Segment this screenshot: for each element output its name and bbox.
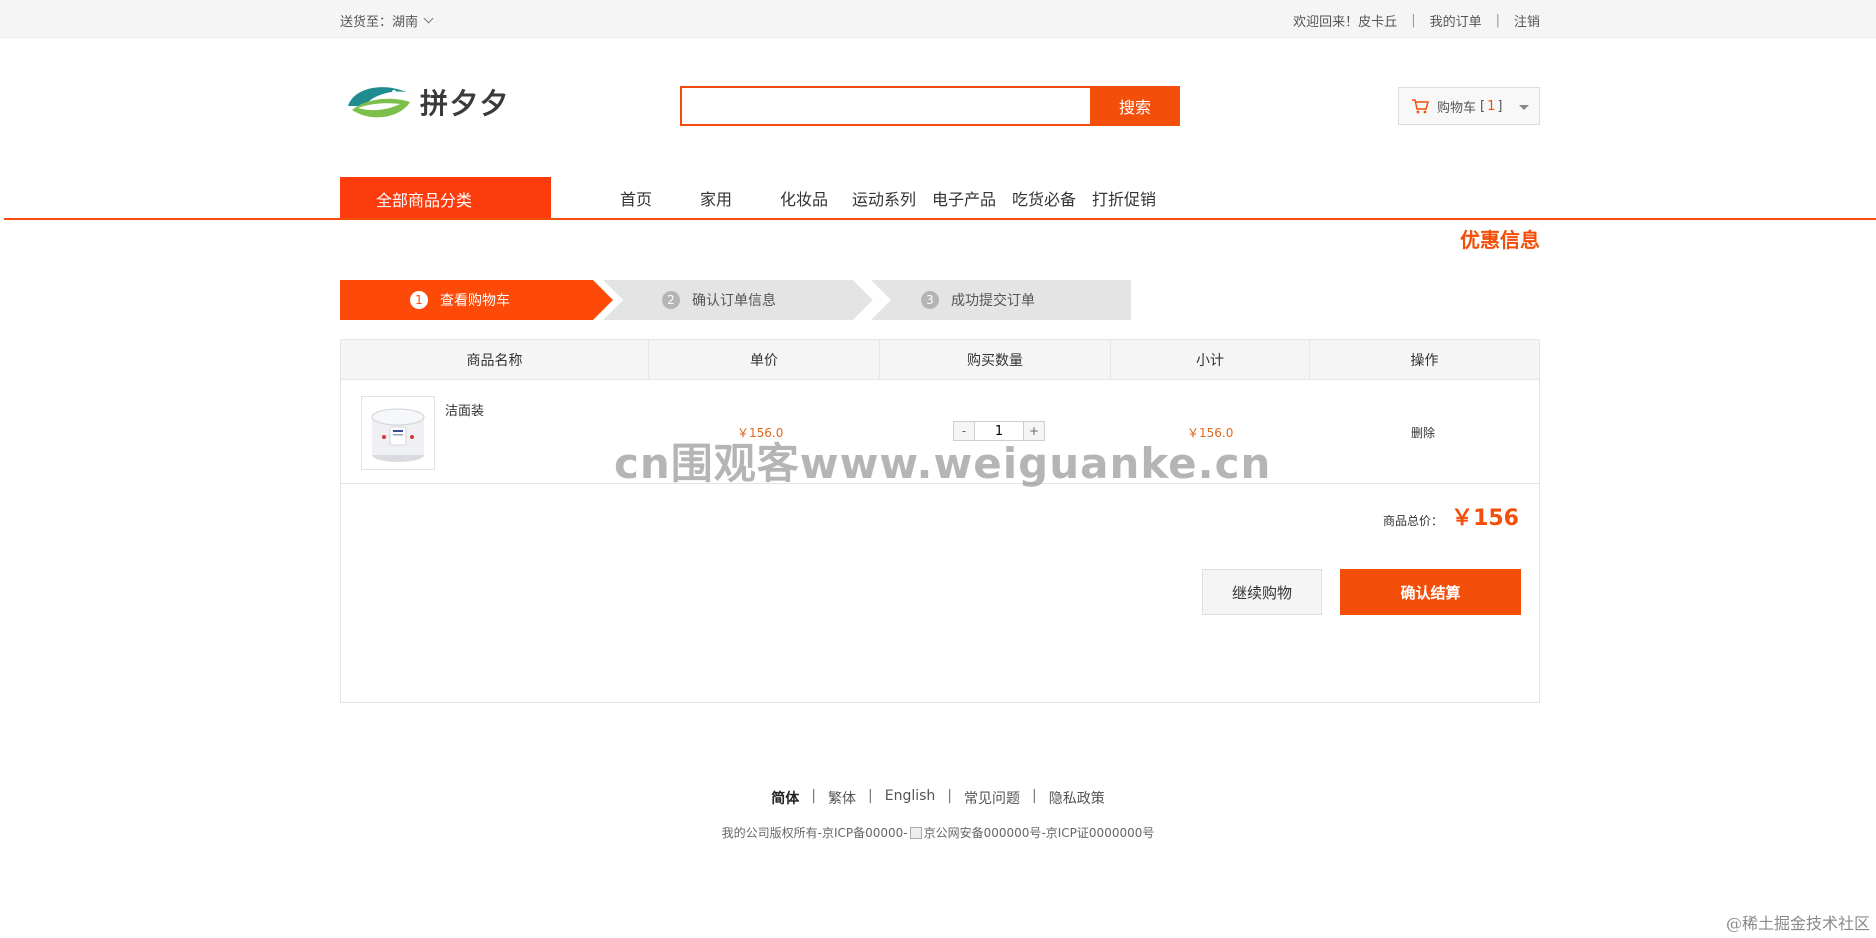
step-label: 确认订单信息 <box>692 293 776 309</box>
all-categories-label: 全部商品分类 <box>376 190 473 210</box>
continue-shopping-button[interactable]: 继续购物 <box>1202 569 1322 615</box>
cart-label: 购物车 <box>1437 100 1477 116</box>
logout-link[interactable]: 注销 <box>1514 11 1540 30</box>
cart-count-close: ] <box>1497 98 1503 114</box>
cart-button[interactable]: 购物车 [ 1 ] <box>1398 87 1540 125</box>
step-1: 1 查看购物车 <box>410 280 510 320</box>
nav-item-electronics[interactable]: 电子产品 <box>932 186 1012 210</box>
nav-item-household[interactable]: 家用 <box>700 186 780 210</box>
logo-bird-icon <box>345 86 411 122</box>
step-label: 查看购物车 <box>440 293 510 309</box>
cart-count-open: [ <box>1480 98 1486 114</box>
separator: | <box>1495 13 1500 28</box>
broken-image-icon <box>909 826 922 839</box>
copyright-police-record: 京公网安备000000号 <box>923 826 1042 840</box>
step-number: 1 <box>410 291 428 309</box>
nav-item-home[interactable]: 首页 <box>620 186 700 210</box>
welcome-user-link[interactable]: 欢迎回来！皮卡丘 <box>1293 11 1397 30</box>
ship-to-label: 送货至：湖南 <box>340 15 419 30</box>
footer-link-privacy[interactable]: 隐私政策 <box>1049 788 1105 808</box>
product-jar-image <box>362 397 434 469</box>
checkout-steps: 1 查看购物车 2 确认订单信息 3 成功提交订单 <box>340 280 1131 320</box>
column-header-action: 操作 <box>1410 353 1439 369</box>
nav-item-discounts[interactable]: 打折促销 <box>1092 186 1172 210</box>
total-value: ￥156 <box>1451 506 1519 531</box>
logo-text: 拼夕夕 <box>420 87 511 120</box>
separator: | <box>811 788 816 804</box>
nav-divider <box>4 218 1876 220</box>
product-thumbnail[interactable] <box>361 396 435 470</box>
separator: | <box>1411 13 1416 28</box>
copyright-suffix: -京ICP证0000000号 <box>1041 826 1155 840</box>
my-orders-link[interactable]: 我的订单 <box>1430 11 1482 30</box>
search-input[interactable] <box>680 86 1090 126</box>
step-number: 3 <box>921 291 939 309</box>
caret-down-icon <box>1519 105 1529 110</box>
nav-item-sports[interactable]: 运动系列 <box>852 186 932 210</box>
confirm-checkout-button[interactable]: 确认结算 <box>1340 569 1521 615</box>
ship-to-selector[interactable]: 送货至：湖南 <box>340 11 434 30</box>
column-header-product: 商品名称 <box>341 340 649 380</box>
separator: | <box>868 788 873 804</box>
footer-link-traditional[interactable]: 繁体 <box>828 788 856 808</box>
site-logo[interactable]: 拼夕夕 <box>344 78 534 126</box>
cart-count: 1 <box>1487 98 1496 114</box>
search-bar: 搜索 <box>680 86 1180 126</box>
column-header-subtotal: 小计 <box>1111 340 1310 380</box>
separator: | <box>947 788 952 804</box>
step-2: 2 确认订单信息 <box>662 280 776 320</box>
top-bar: 送货至：湖南 欢迎回来！皮卡丘 | 我的订单 | 注销 <box>0 0 1876 38</box>
chevron-down-icon <box>423 13 434 24</box>
user-links: 欢迎回来！皮卡丘 | 我的订单 | 注销 <box>1293 11 1540 30</box>
separator: | <box>1032 788 1037 804</box>
footer-copyright: 我的公司版权所有-京ICP备00000- 京公网安备000000号 -京ICP证… <box>0 824 1876 841</box>
search-button[interactable]: 搜索 <box>1090 86 1180 126</box>
footer-link-faq[interactable]: 常见问题 <box>964 788 1020 808</box>
table-header: 商品名称 单价 购买数量 小计 操作 <box>341 340 1539 380</box>
nav-item-cosmetics[interactable]: 化妆品 <box>780 186 852 210</box>
footer-link-simplified[interactable]: 简体 <box>771 788 799 808</box>
all-categories-button[interactable]: 全部商品分类 <box>340 177 551 220</box>
column-header-price: 单价 <box>649 340 880 380</box>
step-number: 2 <box>662 291 680 309</box>
copyright-prefix: 我的公司版权所有-京ICP备00000- <box>721 826 908 840</box>
total-label: 商品总价： <box>1383 514 1444 528</box>
watermark: cn围观客www.weiguanke.cn <box>614 439 1272 488</box>
step-label: 成功提交订单 <box>951 293 1035 309</box>
delete-button[interactable]: 删除 <box>1411 424 1435 441</box>
footer-link-english[interactable]: English <box>885 788 936 808</box>
total-price-row: 商品总价： ￥156 <box>1383 500 1519 532</box>
product-name[interactable]: 洁面装 <box>445 400 484 419</box>
column-header-quantity: 购买数量 <box>880 340 1111 380</box>
cart-icon <box>1412 99 1429 114</box>
footer-links: 简体 | 繁体 | English | 常见问题 | 隐私政策 <box>0 788 1876 808</box>
cart-table: 商品名称 单价 购买数量 小计 操作 洁面装 ￥156.0 - + <box>340 339 1540 703</box>
step-3: 3 成功提交订单 <box>921 280 1035 320</box>
promo-title: 优惠信息 <box>1460 228 1540 252</box>
main-nav: 首页 家用 化妆品 运动系列 电子产品 吃货必备 打折促销 <box>620 186 1172 210</box>
nav-item-snacks[interactable]: 吃货必备 <box>1012 186 1092 210</box>
corner-watermark: @稀土掘金技术社区 <box>1725 914 1870 933</box>
